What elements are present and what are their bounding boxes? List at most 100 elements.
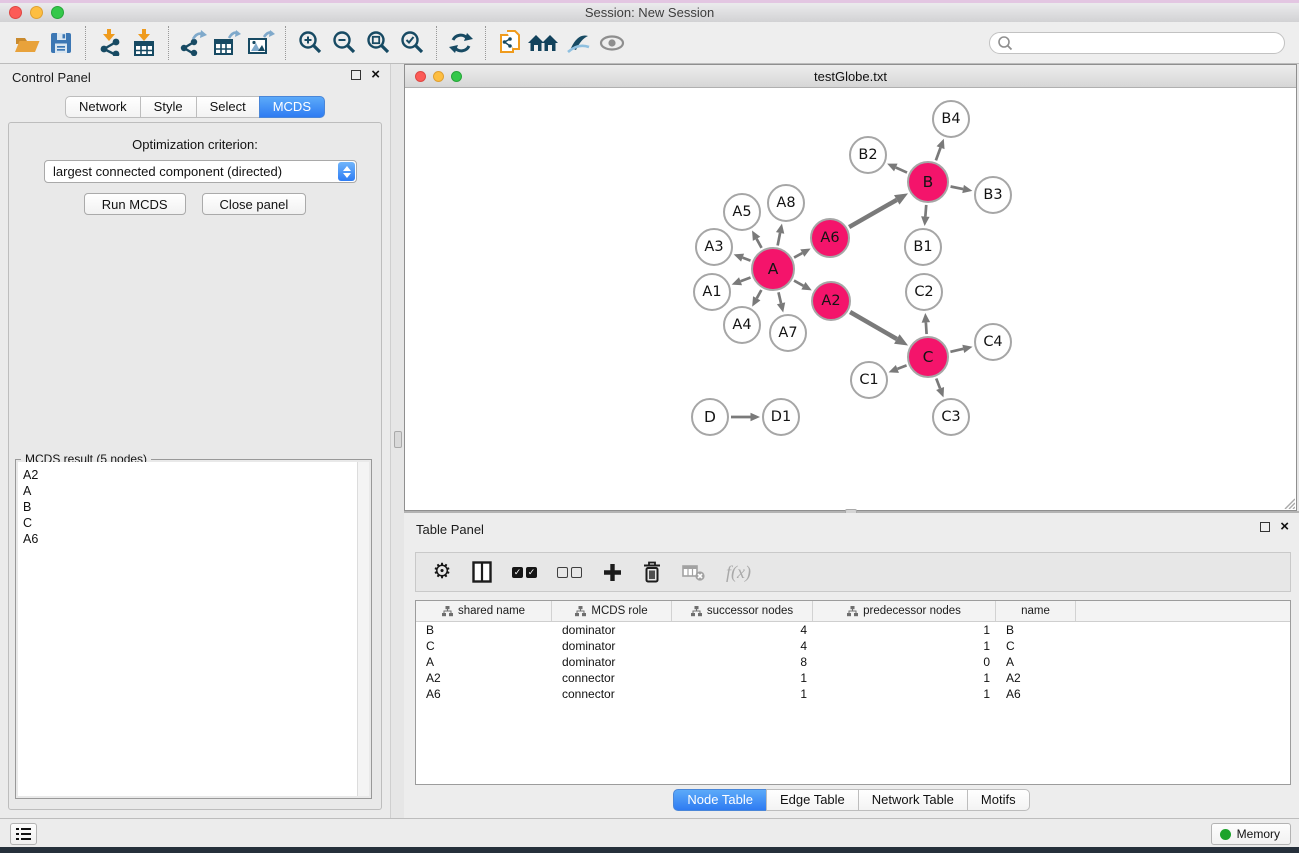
export-network-button[interactable]: [176, 27, 210, 59]
show-graphics-details-button[interactable]: [561, 27, 595, 59]
show-tasks-button[interactable]: [10, 823, 37, 845]
node-label-A6: A6: [820, 230, 839, 246]
tab-edge-table[interactable]: Edge Table: [766, 789, 859, 811]
column-header-successor-nodes[interactable]: successor nodes: [672, 601, 813, 621]
edge-A-A2[interactable]: [794, 281, 803, 286]
memory-button[interactable]: Memory: [1211, 823, 1291, 845]
edge-A-A4[interactable]: [757, 290, 762, 298]
float-table-panel-icon[interactable]: [1260, 522, 1270, 532]
edge-B-B2[interactable]: [896, 168, 907, 173]
column-header-label: predecessor nodes: [863, 605, 961, 617]
edge-B-B4[interactable]: [936, 148, 941, 161]
save-session-button[interactable]: [44, 27, 78, 59]
result-item[interactable]: A2: [18, 467, 369, 483]
column-header-predecessor-nodes[interactable]: predecessor nodes: [813, 601, 996, 621]
table-cell: dominator: [552, 622, 672, 638]
table-cell: dominator: [552, 654, 672, 670]
tab-style[interactable]: Style: [140, 96, 197, 118]
zoom-out-button[interactable]: [327, 27, 361, 59]
edge-C-C1[interactable]: [897, 365, 906, 369]
delete-table-icon: [682, 562, 706, 582]
first-neighbors-button[interactable]: [527, 27, 561, 59]
select-all-button[interactable]: ✓ ✓: [512, 560, 537, 584]
tab-network[interactable]: Network: [65, 96, 141, 118]
zoom-in-icon: [298, 30, 323, 55]
edge-A-A8[interactable]: [778, 233, 780, 246]
show-columns-button[interactable]: [472, 560, 492, 584]
arrowhead-icon: [921, 216, 929, 226]
node-label-B1: B1: [913, 239, 932, 255]
close-panel-icon[interactable]: ×: [371, 69, 380, 81]
result-scrollbar[interactable]: [357, 462, 369, 796]
zoom-in-button[interactable]: [293, 27, 327, 59]
criterion-select[interactable]: largest connected component (directed): [44, 160, 357, 183]
table-row[interactable]: Adominator80A: [416, 654, 1290, 670]
column-header-shared-name[interactable]: shared name: [416, 601, 552, 621]
mcds-result-list: A2ABCA6: [18, 462, 369, 796]
edge-A-A1[interactable]: [741, 277, 751, 281]
edge-A-A7[interactable]: [778, 292, 781, 303]
column-tree-icon: [575, 606, 586, 617]
edge-B-B1[interactable]: [925, 205, 926, 217]
edge-A-A5[interactable]: [757, 239, 762, 248]
task-list-icon: [16, 828, 31, 841]
close-table-panel-icon[interactable]: ×: [1280, 521, 1289, 533]
table-row[interactable]: A2connector11A2: [416, 670, 1290, 686]
edge-A-A3[interactable]: [743, 258, 751, 261]
export-image-button[interactable]: [244, 27, 278, 59]
network-canvas[interactable]: AA1A2A3A4A5A6A7A8BB1B2B3B4CC1C2C3C4DD1: [405, 88, 1296, 510]
arrowhead-icon: [936, 387, 944, 397]
result-item[interactable]: B: [18, 499, 369, 515]
node-label-A3: A3: [704, 239, 723, 255]
edge-A-A6[interactable]: [794, 253, 802, 257]
tab-motifs[interactable]: Motifs: [967, 789, 1030, 811]
column-settings-button[interactable]: ⚙: [432, 560, 452, 584]
edge-A2-C[interactable]: [850, 312, 897, 339]
table-row[interactable]: Cdominator41C: [416, 638, 1290, 654]
edge-C-C2[interactable]: [926, 322, 927, 334]
search-field[interactable]: [989, 32, 1285, 54]
new-network-button[interactable]: [493, 27, 527, 59]
zoom-selected-button[interactable]: [395, 27, 429, 59]
import-table-button[interactable]: [127, 27, 161, 59]
table-cell: 8: [672, 654, 813, 670]
search-input[interactable]: [1013, 36, 1284, 50]
node-label-A8: A8: [776, 195, 795, 211]
close-panel-button[interactable]: Close panel: [202, 193, 307, 215]
add-column-button[interactable]: [602, 560, 622, 584]
result-item[interactable]: C: [18, 515, 369, 531]
resize-grip-icon[interactable]: [1281, 495, 1295, 509]
node-label-A5: A5: [732, 204, 751, 220]
tab-network-table[interactable]: Network Table: [858, 789, 968, 811]
tab-mcds[interactable]: MCDS: [259, 96, 325, 118]
column-header-MCDS-role[interactable]: MCDS role: [552, 601, 672, 621]
apply-layout-button[interactable]: [444, 27, 478, 59]
edge-A6-B[interactable]: [849, 200, 897, 227]
edge-C-C4[interactable]: [950, 349, 963, 352]
column-header-name[interactable]: name: [996, 601, 1076, 621]
tab-select[interactable]: Select: [196, 96, 260, 118]
zoom-fit-button[interactable]: [361, 27, 395, 59]
run-mcds-button[interactable]: Run MCDS: [84, 193, 186, 215]
function-builder-button[interactable]: f(x): [726, 560, 751, 584]
import-network-button[interactable]: [93, 27, 127, 59]
table-cell: A: [996, 654, 1076, 670]
delete-column-button[interactable]: [642, 560, 662, 584]
result-item[interactable]: A6: [18, 531, 369, 547]
toolbar-separator: [168, 26, 169, 60]
float-panel-icon[interactable]: [351, 70, 361, 80]
delete-table-button[interactable]: [682, 560, 706, 584]
tab-node-table[interactable]: Node Table: [673, 789, 767, 811]
open-file-button[interactable]: [10, 27, 44, 59]
deselect-all-button[interactable]: [557, 560, 582, 584]
export-table-button[interactable]: [210, 27, 244, 59]
node-label-D1: D1: [771, 409, 791, 425]
edge-C-C3[interactable]: [936, 378, 940, 388]
hide-graphics-details-button[interactable]: [595, 27, 629, 59]
memory-status-icon: [1220, 829, 1231, 840]
table-row[interactable]: A6connector11A6: [416, 686, 1290, 702]
vertical-splitter-grip[interactable]: [394, 431, 402, 448]
table-row[interactable]: Bdominator41B: [416, 622, 1290, 638]
result-item[interactable]: A: [18, 483, 369, 499]
edge-B-B3[interactable]: [951, 187, 964, 190]
